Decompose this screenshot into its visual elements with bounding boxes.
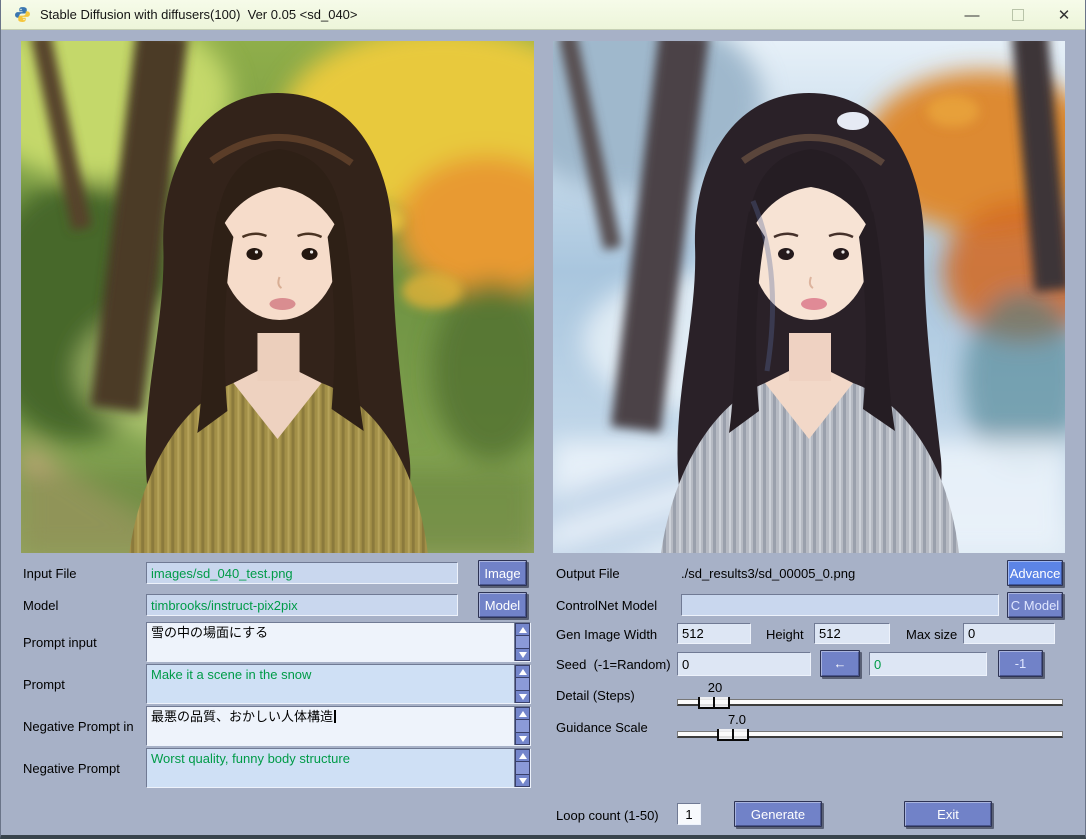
negative-prompt-in-text: 最悪の品質、おかしい人体構造: [151, 709, 333, 724]
prompt-text: Make it a scene in the snow: [151, 667, 311, 682]
c-model-button[interactable]: C Model: [1007, 592, 1063, 618]
model-button[interactable]: Model: [478, 592, 527, 618]
scrollbar-thumb[interactable]: [515, 720, 530, 732]
negative-prompt-in-textarea[interactable]: 最悪の品質、おかしい人体構造: [146, 706, 531, 746]
scroll-down-icon[interactable]: [515, 732, 530, 745]
seed-last-field[interactable]: [869, 652, 987, 676]
steps-value: 20: [695, 680, 735, 695]
seed-copy-button[interactable]: ←: [820, 650, 860, 677]
scroll-down-icon[interactable]: [515, 648, 530, 661]
controlnet-field[interactable]: [681, 594, 999, 616]
seed-random-button[interactable]: -1: [998, 650, 1043, 677]
seed-field[interactable]: [677, 652, 811, 676]
seed-label: Seed (-1=Random): [556, 657, 671, 672]
python-icon: [14, 6, 31, 23]
scrollbar-thumb[interactable]: [515, 678, 530, 690]
scrollbar-thumb[interactable]: [515, 762, 530, 774]
scrollbar[interactable]: [514, 665, 530, 703]
scrollbar[interactable]: [514, 749, 530, 787]
steps-slider-track[interactable]: [677, 699, 1063, 706]
scrollbar-thumb[interactable]: [515, 636, 530, 648]
scrollbar[interactable]: [514, 623, 530, 661]
steps-label: Detail (Steps): [556, 688, 635, 703]
close-icon: ✕: [1058, 6, 1071, 24]
guidance-label: Guidance Scale: [556, 720, 648, 735]
maximize-button[interactable]: [995, 0, 1041, 30]
scroll-down-icon[interactable]: [515, 690, 530, 703]
exit-button[interactable]: Exit: [904, 801, 992, 827]
prompt-label: Prompt: [23, 677, 65, 692]
maximize-icon: [1012, 9, 1024, 21]
input-file-field[interactable]: [146, 562, 458, 584]
scroll-up-icon[interactable]: [515, 623, 530, 636]
height-label: Height: [766, 627, 804, 642]
loop-count-field[interactable]: [677, 803, 701, 825]
prompt-input-textarea[interactable]: 雪の中の場面にする: [146, 622, 531, 662]
output-file-value: ./sd_results3/sd_00005_0.png: [681, 566, 855, 581]
gen-width-label: Gen Image Width: [556, 627, 657, 642]
negative-prompt-text: Worst quality, funny body structure: [151, 751, 350, 766]
controlnet-label: ControlNet Model: [556, 598, 657, 613]
scroll-up-icon[interactable]: [515, 707, 530, 720]
generate-button[interactable]: Generate: [734, 801, 822, 827]
negative-prompt-in-label: Negative Prompt in: [23, 719, 134, 734]
input-image: [21, 41, 534, 553]
app-window: Stable Diffusion with diffusers(100) Ver…: [0, 0, 1086, 839]
image-button[interactable]: Image: [478, 560, 527, 586]
guidance-value: 7.0: [715, 712, 759, 727]
scroll-up-icon[interactable]: [515, 749, 530, 762]
minimize-button[interactable]: —: [949, 0, 995, 30]
text-cursor: [334, 710, 336, 723]
height-field[interactable]: [814, 623, 890, 644]
input-file-label: Input File: [23, 566, 76, 581]
advance-button[interactable]: Advance: [1007, 560, 1063, 586]
output-file-label: Output File: [556, 566, 620, 581]
guidance-slider-handle[interactable]: [717, 729, 749, 741]
minimize-icon: —: [965, 7, 980, 24]
output-image: [553, 41, 1065, 553]
max-size-label: Max size: [906, 627, 957, 642]
loop-count-label: Loop count (1-50): [556, 808, 659, 823]
negative-prompt-textarea[interactable]: Worst quality, funny body structure: [146, 748, 531, 788]
scroll-down-icon[interactable]: [515, 774, 530, 787]
scroll-up-icon[interactable]: [515, 665, 530, 678]
negative-prompt-label: Negative Prompt: [23, 761, 120, 776]
gen-width-field[interactable]: [677, 623, 751, 644]
scrollbar[interactable]: [514, 707, 530, 745]
close-button[interactable]: ✕: [1041, 0, 1086, 30]
window-title: Stable Diffusion with diffusers(100) Ver…: [40, 7, 358, 22]
steps-slider-handle[interactable]: [698, 697, 730, 709]
prompt-input-text: 雪の中の場面にする: [151, 625, 268, 640]
prompt-input-label: Prompt input: [23, 635, 97, 650]
model-field[interactable]: [146, 594, 458, 616]
model-label: Model: [23, 598, 58, 613]
title-bar: Stable Diffusion with diffusers(100) Ver…: [1, 0, 1085, 30]
max-size-field[interactable]: [963, 623, 1055, 644]
prompt-textarea[interactable]: Make it a scene in the snow: [146, 664, 531, 704]
